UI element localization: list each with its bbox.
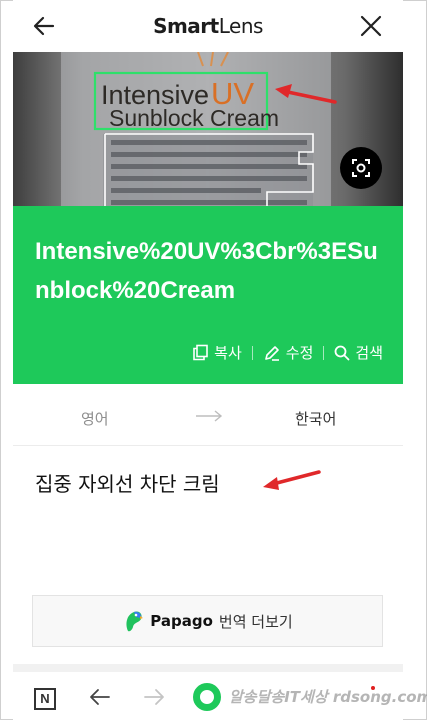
close-button[interactable] (355, 10, 387, 42)
edit-button[interactable]: 수정 (263, 342, 314, 363)
annotation-arrow-translation (263, 470, 321, 490)
brand-smart: Smart (153, 14, 219, 38)
papago-parrot-icon (126, 611, 144, 632)
app-container: SmartLens Intensive UV Sunblock Cream In… (13, 0, 427, 720)
result-actions: 복사 수정 검색 (192, 342, 383, 363)
search-button[interactable]: 검색 (334, 342, 383, 363)
nav-back-icon[interactable] (89, 688, 111, 706)
photo-label-sunblock: Sunblock Cream (109, 105, 279, 131)
translated-text: 집중 자외선 차단 크림 (35, 472, 220, 496)
search-icon (334, 345, 350, 360)
copy-label: 복사 (214, 344, 242, 362)
section-divider (13, 664, 403, 672)
nav-forward-icon[interactable] (143, 688, 165, 706)
screen-capture-button[interactable] (340, 147, 382, 189)
swap-arrow-icon (196, 410, 223, 422)
watermark-text: 알송달송IT세상 rdsong.com (229, 688, 427, 706)
copy-button[interactable]: 복사 (192, 342, 242, 363)
brand-lens: Lens (218, 14, 264, 38)
edit-label: 수정 (285, 344, 314, 362)
search-label: 검색 (355, 344, 383, 362)
green-dot-button[interactable] (193, 683, 221, 711)
smartlens-logo: SmartLens (13, 14, 403, 38)
recognized-text-panel: Intensive%20UV%3Cbr%3ESunblock%20Cream 복… (13, 206, 403, 384)
action-divider (323, 345, 325, 360)
papago-more-button[interactable]: Papago 번역 더보기 (32, 595, 383, 647)
language-selector: 영어 한국어 (13, 384, 403, 446)
pencil-icon (264, 345, 279, 361)
close-icon (360, 15, 382, 37)
copy-icon (193, 344, 208, 361)
source-language[interactable]: 영어 (81, 408, 109, 429)
capture-frame-icon (352, 159, 370, 177)
papago-name: Papago (150, 612, 213, 630)
recognized-text[interactable]: Intensive%20UV%3Cbr%3ESunblock%20Cream (35, 232, 385, 310)
bottom-navigation: N 알송달송IT세상 rdsong.com (13, 672, 427, 720)
naver-home-button[interactable]: N (34, 688, 56, 710)
target-language[interactable]: 한국어 (295, 408, 336, 429)
papago-more-label: 번역 더보기 (218, 612, 293, 631)
captured-photo: Intensive UV Sunblock Cream (13, 52, 403, 206)
top-bar: SmartLens (13, 0, 403, 52)
action-divider (251, 345, 253, 360)
notification-dot (371, 686, 375, 690)
